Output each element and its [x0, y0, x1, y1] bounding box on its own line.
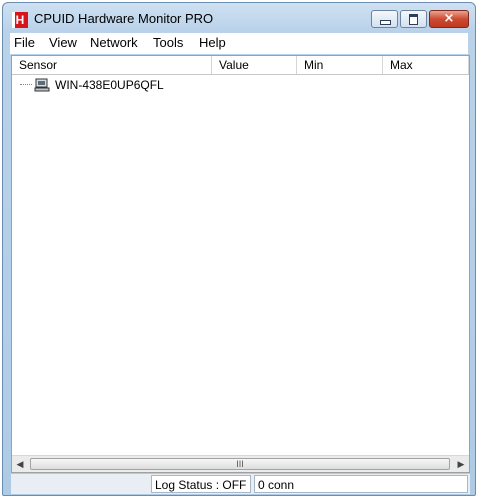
scroll-grip: III [236, 459, 244, 469]
sensor-tree-view[interactable]: Sensor Value Min Max WIN-438E0UP6QFL ◀ I… [11, 55, 470, 473]
menu-network[interactable]: Network [90, 35, 138, 50]
menu-bar: File View Network Tools Help [10, 33, 468, 54]
menu-tools[interactable]: Tools [153, 35, 183, 50]
column-min[interactable]: Min [297, 56, 383, 74]
cpuid-hwmonitor-icon[interactable]: H [12, 12, 28, 28]
scroll-thumb[interactable]: III [30, 458, 450, 470]
column-header: Sensor Value Min Max [12, 56, 469, 75]
connections-status: 0 conn [254, 475, 468, 493]
column-max[interactable]: Max [383, 56, 469, 74]
app-icon-letter: H [15, 13, 25, 27]
window-title: CPUID Hardware Monitor PRO [34, 11, 214, 26]
column-value[interactable]: Value [212, 56, 297, 74]
tree-connector [20, 84, 32, 86]
status-bar: Log Status : OFF 0 conn [11, 474, 470, 494]
log-status: Log Status : OFF [151, 475, 251, 493]
minimize-icon [380, 20, 391, 25]
menu-view[interactable]: View [49, 35, 77, 50]
close-button[interactable]: × [429, 10, 469, 28]
menu-file[interactable]: File [14, 35, 35, 50]
computer-icon [34, 78, 50, 92]
column-sensor[interactable]: Sensor [12, 56, 212, 74]
scroll-left-icon[interactable]: ◀ [12, 456, 28, 472]
minimize-button[interactable] [371, 10, 398, 28]
title-bar[interactable]: H CPUID Hardware Monitor PRO × [3, 3, 475, 33]
maximize-icon [409, 14, 418, 25]
scroll-right-icon[interactable]: ▶ [453, 456, 469, 472]
menu-help[interactable]: Help [199, 35, 226, 50]
computer-name: WIN-438E0UP6QFL [55, 78, 164, 92]
close-icon: × [443, 11, 455, 26]
horizontal-scrollbar[interactable]: ◀ III ▶ [12, 455, 469, 472]
maximize-button[interactable] [400, 10, 427, 28]
app-window: H CPUID Hardware Monitor PRO × File View… [2, 2, 476, 496]
